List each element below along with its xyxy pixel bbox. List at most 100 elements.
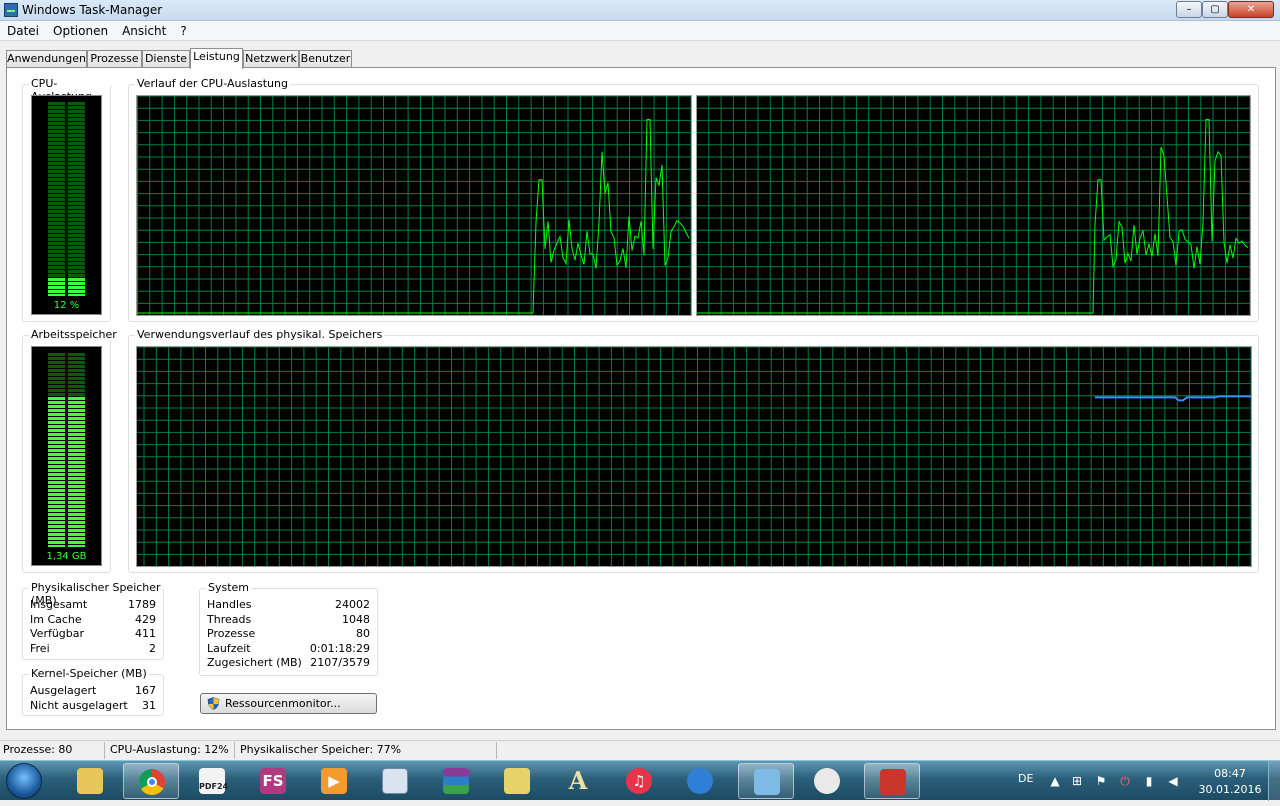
- maximize-button[interactable]: ▢: [1202, 1, 1228, 18]
- cpu-usage-group: CPU-Auslastung 12 %: [22, 77, 111, 322]
- taskbar-chrome[interactable]: [123, 763, 179, 799]
- cpu-history-group: Verlauf der CPU-Auslastung: [128, 77, 1259, 322]
- resource-monitor-button[interactable]: Ressourcenmonitor...: [200, 693, 377, 714]
- taskbar-fs[interactable]: FS: [245, 763, 301, 799]
- taskbar-folder[interactable]: [489, 763, 545, 799]
- stat-row: Nicht ausgelagert 31: [30, 699, 156, 712]
- tab-leistung[interactable]: Leistung: [190, 48, 243, 69]
- resource-monitor-label: Ressourcenmonitor...: [225, 697, 341, 710]
- memory-history-label: Verwendungsverlauf des physikal. Speiche…: [135, 328, 385, 341]
- start-button[interactable]: [6, 763, 42, 799]
- status-separator: [496, 742, 497, 759]
- status-memory: Physikalischer Speicher: 77%: [240, 743, 402, 756]
- shield-icon: [207, 697, 220, 710]
- memory-meter-bars: [48, 353, 85, 552]
- task-manager-icon: [4, 3, 18, 17]
- winrar-icon: [443, 768, 469, 794]
- cpu-usage-meter: 12 %: [31, 95, 102, 315]
- close-button[interactable]: ✕: [1228, 1, 1274, 18]
- fs-icon: FS: [260, 768, 286, 794]
- status-cpu: CPU-Auslastung: 12%: [110, 743, 229, 756]
- taskbar: PDF24 FS ▶ A ♫ DE ▲ ⊞ ⚑ ⏻ ▮ ◀ 08:47 30.0…: [0, 760, 1280, 801]
- taskbar-mail[interactable]: [672, 763, 728, 799]
- stat-row: Frei 2: [30, 642, 156, 655]
- cpu-meter-bars: [48, 102, 85, 301]
- title-bar[interactable]: Windows Task-Manager – ▢ ✕: [0, 0, 1280, 21]
- menu-ansicht[interactable]: Ansicht: [115, 21, 173, 41]
- taskbar-winrar[interactable]: [428, 763, 484, 799]
- stat-row: Im Cache 429: [30, 613, 156, 626]
- taskbar-itunes[interactable]: ♫: [611, 763, 667, 799]
- status-bar: Prozesse: 80 CPU-Auslastung: 12% Physika…: [0, 740, 1280, 760]
- clock-date[interactable]: 30.01.2016: [1190, 783, 1270, 796]
- show-desktop-button[interactable]: [1268, 761, 1280, 801]
- stat-row: Prozesse 80: [207, 627, 370, 640]
- volume-icon[interactable]: ◀: [1166, 774, 1180, 788]
- windows-icon[interactable]: ⊞: [1070, 774, 1084, 788]
- status-processes: Prozesse: 80: [3, 743, 73, 756]
- system-label: System: [206, 581, 252, 594]
- cpu-usage-value: 12 %: [53, 300, 80, 311]
- tab-netzwerk[interactable]: Netzwerk: [243, 50, 299, 68]
- physical-memory-group: Physikalischer Speicher (MB) Insgesamt 17…: [22, 581, 164, 660]
- memory-history-group: Verwendungsverlauf des physikal. Speiche…: [128, 328, 1259, 573]
- cpu-history-graph-core-1: [136, 95, 692, 316]
- language-indicator[interactable]: DE: [1018, 772, 1033, 785]
- stat-row: Verfügbar 411: [30, 627, 156, 640]
- taskbar-font[interactable]: A: [550, 763, 606, 799]
- mail-icon: [687, 768, 713, 794]
- stat-row: Zugesichert (MB) 2107/3579: [207, 656, 370, 669]
- kernel-memory-label: Kernel-Speicher (MB): [29, 667, 149, 680]
- pdf24-icon: PDF24: [199, 768, 228, 794]
- menu-datei[interactable]: Datei: [0, 21, 46, 41]
- paint-icon: [814, 768, 840, 794]
- show-hidden-icons-icon[interactable]: ▲: [1048, 774, 1062, 788]
- flag-icon[interactable]: ⚑: [1094, 774, 1108, 788]
- font-icon: A: [568, 766, 588, 795]
- stat-row: Insgesamt 1789: [30, 598, 156, 611]
- taskbar-explorer[interactable]: [62, 763, 118, 799]
- itunes-icon: ♫: [626, 768, 652, 794]
- explorer-icon: [77, 768, 103, 794]
- taskbar-paint[interactable]: [799, 763, 855, 799]
- stat-row: Laufzeit 0:01:18:29: [207, 642, 370, 655]
- tab-prozesse[interactable]: Prozesse: [87, 50, 142, 68]
- cpu-history-graph-core-2: [696, 95, 1251, 316]
- media-icon: ▶: [321, 768, 347, 794]
- menu-help[interactable]: ?: [173, 21, 193, 41]
- memory-history-graph: [136, 346, 1252, 567]
- memory-meter: 1,34 GB: [31, 346, 102, 566]
- status-separator: [104, 742, 105, 759]
- system-tray: DE ▲ ⊞ ⚑ ⏻ ▮ ◀ 08:47 30.01.2016: [1010, 761, 1280, 801]
- menu-bar: Datei Optionen Ansicht?: [0, 21, 1280, 41]
- performance-panel: CPU-Auslastung 12 % Verlauf der CPU-Ausl…: [6, 67, 1276, 730]
- taskbar-ipod[interactable]: [738, 763, 794, 799]
- taskbar-calculator[interactable]: [367, 763, 423, 799]
- system-group: System Handles 24002 Threads 1048 Prozesse…: [199, 581, 378, 676]
- ipod-icon: [754, 769, 780, 795]
- tab-anwendungen[interactable]: Anwendungen: [6, 50, 87, 68]
- menu-optionen[interactable]: Optionen: [46, 21, 115, 41]
- folder-icon: [504, 768, 530, 794]
- tab-dienste[interactable]: Dienste: [142, 50, 190, 68]
- minimize-button[interactable]: –: [1176, 1, 1202, 18]
- taskbar-media[interactable]: ▶: [306, 763, 362, 799]
- ccleaner-icon: [880, 769, 906, 795]
- memory-group: Arbeitsspeicher 1,34 GB: [22, 328, 119, 573]
- memory-label: Arbeitsspeicher: [29, 328, 119, 341]
- status-separator: [234, 742, 235, 759]
- calculator-icon: [382, 768, 408, 794]
- memory-value: 1,34 GB: [46, 551, 87, 562]
- network-icon[interactable]: ▮: [1142, 774, 1156, 788]
- chrome-icon: [139, 769, 165, 795]
- stat-row: Threads 1048: [207, 613, 370, 626]
- clock-time[interactable]: 08:47: [1200, 767, 1260, 780]
- taskbar-pdf24[interactable]: PDF24: [184, 763, 240, 799]
- stat-row: Handles 24002: [207, 598, 370, 611]
- power-icon[interactable]: ⏻: [1118, 774, 1132, 788]
- taskbar-ccleaner[interactable]: [864, 763, 920, 799]
- stat-row: Ausgelagert 167: [30, 684, 156, 697]
- tab-benutzer[interactable]: Benutzer: [299, 50, 352, 68]
- cpu-history-label: Verlauf der CPU-Auslastung: [135, 77, 290, 90]
- window-title: Windows Task-Manager: [22, 3, 163, 17]
